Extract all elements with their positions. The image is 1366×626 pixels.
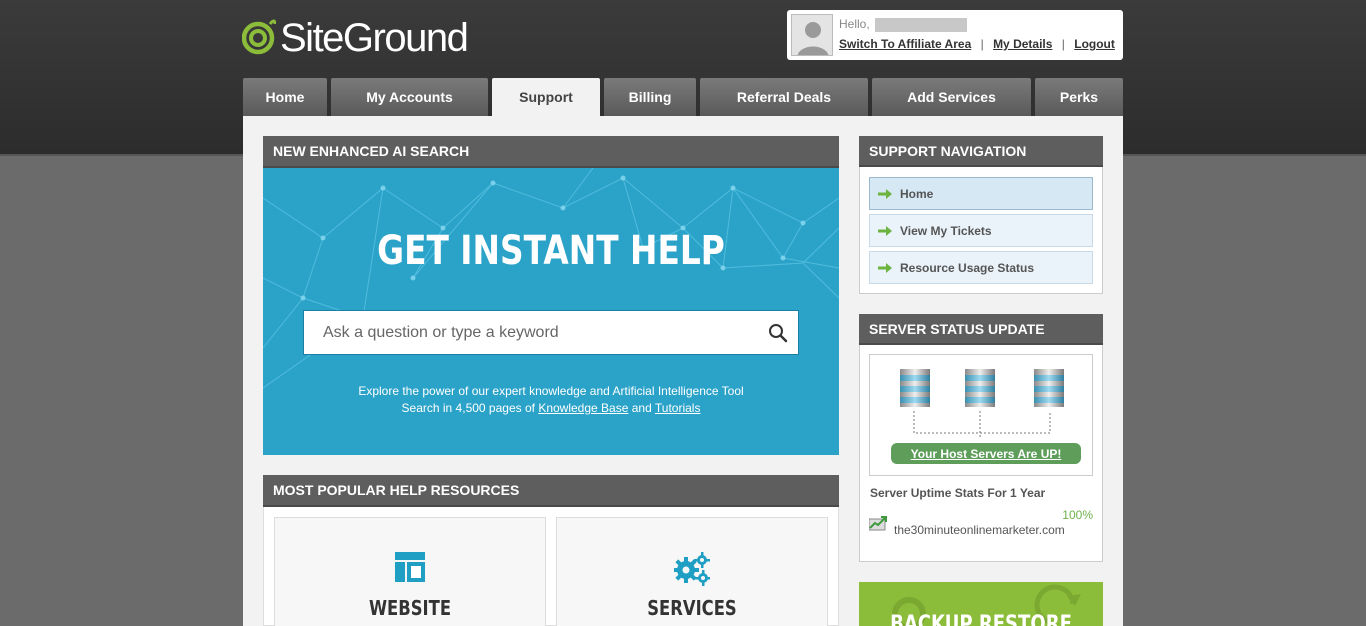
search-icon[interactable] <box>768 323 788 343</box>
gears-icon <box>674 552 710 586</box>
arrow-right-icon <box>878 188 892 199</box>
main-nav: Home My Accounts Support Billing Referra… <box>243 78 1123 116</box>
uptime-percentage: 100% <box>1062 508 1093 522</box>
logout-link[interactable]: Logout <box>1074 37 1115 51</box>
tab-add-services[interactable]: Add Services <box>872 78 1031 116</box>
uptime-chart-icon <box>869 516 887 531</box>
servers-icon <box>900 369 1064 439</box>
server-status-heading: SERVER STATUS UPDATE <box>859 314 1103 345</box>
support-nav-label: View My Tickets <box>900 223 992 238</box>
search-panel-heading: NEW ENHANCED AI SEARCH <box>263 136 839 168</box>
user-panel: Hello, Switch To Affiliate Area | My Det… <box>787 10 1123 60</box>
resource-label: WEBSITE <box>368 596 452 620</box>
arrow-right-icon <box>878 225 892 236</box>
desc-line-1: Explore the power of our expert knowledg… <box>358 384 744 398</box>
support-nav-resource-usage[interactable]: Resource Usage Status <box>869 251 1093 284</box>
layout-icon <box>395 552 425 582</box>
uptime-title: Server Uptime Stats For 1 Year <box>870 486 1046 500</box>
support-nav-view-tickets[interactable]: View My Tickets <box>869 214 1093 247</box>
siteground-swirl-icon <box>242 19 276 55</box>
search-box <box>303 310 799 355</box>
search-input[interactable] <box>304 311 744 354</box>
support-nav-label: Resource Usage Status <box>900 260 1035 275</box>
uptime-domain: the30minuteonlinemarketer.com <box>894 523 1065 537</box>
tab-referral-deals[interactable]: Referral Deals <box>700 78 868 116</box>
tutorials-link[interactable]: Tutorials <box>655 401 701 415</box>
resources-area: WEBSITE SERVICES <box>263 507 839 626</box>
tab-support[interactable]: Support <box>492 78 600 116</box>
hero-description: Explore the power of our expert knowledg… <box>263 383 839 417</box>
avatar <box>791 14 833 56</box>
backup-restore-title: BACKUP RESTORE <box>890 612 1072 626</box>
support-nav-box: Home View My Tickets Resource Usage Stat… <box>859 167 1103 294</box>
hero-title: GET INSTANT HELP <box>377 228 725 274</box>
arrow-right-icon <box>878 262 892 273</box>
user-links: Switch To Affiliate Area | My Details | … <box>839 37 1115 51</box>
siteground-logo[interactable]: SiteGround <box>242 16 469 60</box>
resource-card-services[interactable]: SERVICES <box>556 517 828 626</box>
user-greeting: Hello, <box>839 17 968 32</box>
tab-my-accounts[interactable]: My Accounts <box>331 78 488 116</box>
desc-prefix: Search in 4,500 pages of <box>401 401 535 415</box>
redacted-username <box>875 17 968 32</box>
ai-search-hero: GET INSTANT HELP Explore the power of ou… <box>263 168 839 455</box>
server-status-box: Your Host Servers Are UP! Server Uptime … <box>859 345 1103 562</box>
separator: | <box>1061 37 1065 51</box>
tab-perks[interactable]: Perks <box>1035 78 1123 116</box>
knowledge-base-link[interactable]: Knowledge Base <box>538 401 628 415</box>
user-silhouette-icon <box>792 15 832 55</box>
servers-up-link[interactable]: Your Host Servers Are UP! <box>891 443 1081 464</box>
main-content: NEW ENHANCED AI SEARCH GET INSTANT HELP … <box>243 116 1123 626</box>
separator: | <box>980 37 984 51</box>
resource-label: SERVICES <box>647 596 737 620</box>
support-nav-label: Home <box>900 186 934 201</box>
support-nav-home[interactable]: Home <box>869 177 1093 210</box>
tab-home[interactable]: Home <box>243 78 327 116</box>
support-nav-heading: SUPPORT NAVIGATION <box>859 136 1103 167</box>
backup-restore-banner[interactable]: BACKUP RESTORE <box>859 582 1103 626</box>
resources-heading: MOST POPULAR HELP RESOURCES <box>263 475 839 507</box>
greeting-text: Hello, <box>839 17 870 31</box>
my-details-link[interactable]: My Details <box>993 37 1052 51</box>
tab-billing[interactable]: Billing <box>604 78 696 116</box>
logo-text: SiteGround <box>280 16 469 60</box>
server-status-graphic: Your Host Servers Are UP! <box>869 354 1093 476</box>
resource-card-website[interactable]: WEBSITE <box>274 517 546 626</box>
desc-and: and <box>631 401 652 415</box>
desc-line-2: Search in 4,500 pages of Knowledge Base … <box>263 400 839 417</box>
affiliate-area-link[interactable]: Switch To Affiliate Area <box>839 37 971 51</box>
